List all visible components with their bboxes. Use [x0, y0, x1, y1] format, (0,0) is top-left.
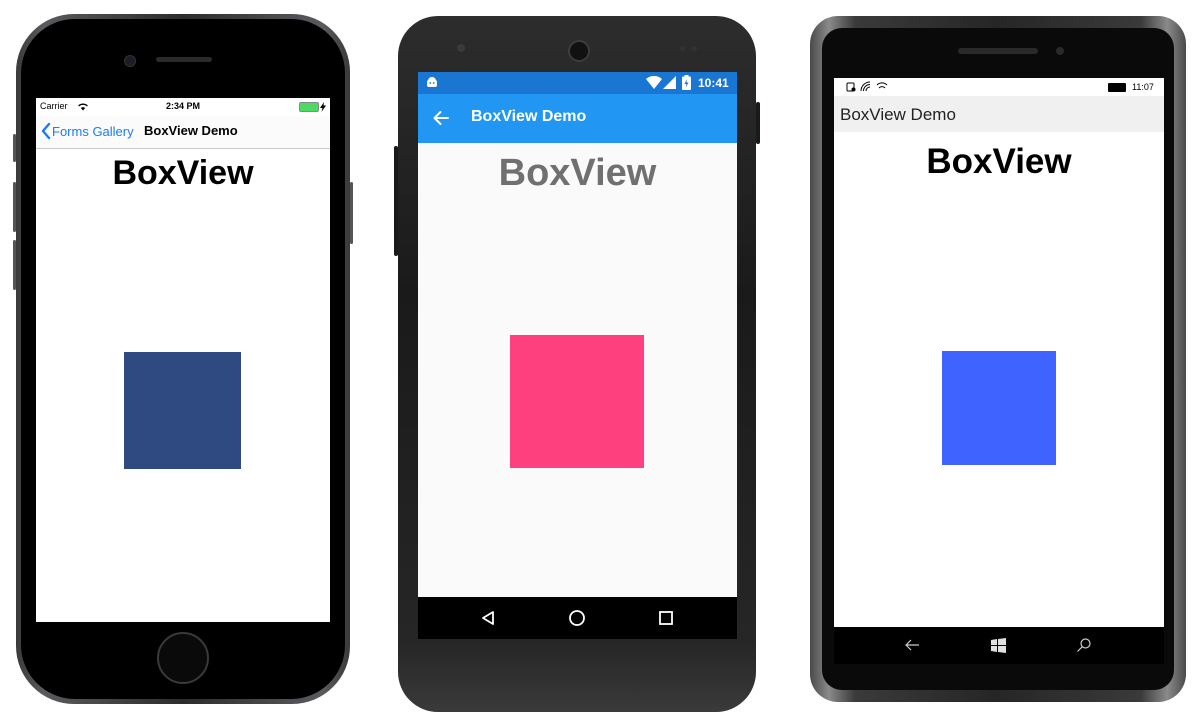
sensor-dot — [692, 46, 697, 51]
arrow-back-icon[interactable] — [432, 109, 450, 127]
windows-clock: 11:07 — [1132, 82, 1154, 92]
front-camera — [1056, 47, 1064, 55]
nav-home-circle-icon[interactable] — [568, 609, 586, 627]
android-volume-rocker — [394, 146, 398, 256]
iphone-mute-switch — [13, 134, 16, 162]
boxview-square — [124, 352, 241, 469]
earpiece-speaker — [156, 57, 212, 62]
chevron-left-icon — [41, 122, 51, 140]
back-button-label: Forms Gallery — [52, 123, 134, 139]
android-screen: 10:41 BoxView Demo BoxView — [418, 72, 737, 639]
page-title: BoxView Demo — [471, 108, 587, 125]
boxview-heading: BoxView — [926, 142, 1072, 181]
battery-icon — [1108, 83, 1126, 92]
android-status-bar: 10:41 — [418, 72, 737, 94]
earpiece-speaker — [958, 48, 1038, 54]
android-robot-icon — [427, 77, 437, 87]
boxview-heading: BoxView — [498, 152, 657, 194]
windows-title-bar: BoxView Demo — [834, 96, 1164, 132]
proximity-sensor — [457, 44, 465, 52]
notification-icon — [846, 82, 856, 92]
iphone-power-button — [350, 182, 353, 244]
iphone-volume-up — [13, 182, 16, 232]
android-clock: 10:41 — [698, 76, 729, 90]
nav-back-triangle-icon[interactable] — [480, 610, 496, 626]
android-power-button — [756, 102, 760, 144]
iphone-volume-down — [13, 240, 16, 290]
battery-charging-icon — [682, 75, 691, 90]
nav-back-arrow-icon[interactable] — [904, 638, 920, 652]
signal-icon — [860, 81, 871, 92]
ios-screen: Carrier 2:34 PM Forms Gallery BoxView De… — [36, 98, 330, 622]
home-button[interactable] — [157, 632, 209, 684]
boxview-square — [942, 351, 1056, 465]
android-app-bar: BoxView Demo — [418, 94, 737, 143]
ios-navigation-bar: Forms Gallery BoxView Demo — [36, 116, 330, 149]
android-navigation-bar — [418, 597, 737, 639]
nav-recents-square-icon[interactable] — [658, 610, 674, 626]
boxview-heading: BoxView — [112, 154, 254, 192]
front-camera — [124, 55, 136, 67]
sensor-dot — [680, 46, 685, 51]
windows-status-bar: 11:07 — [834, 78, 1164, 96]
battery-icon — [299, 102, 319, 112]
ios-status-bar: Carrier 2:34 PM — [36, 98, 330, 116]
charging-bolt-icon — [320, 102, 326, 112]
windows-screen: 11:07 BoxView Demo BoxView — [834, 78, 1164, 664]
page-title: BoxView Demo — [144, 123, 238, 138]
windows-navigation-bar — [834, 627, 1164, 664]
cell-signal-icon — [663, 76, 676, 89]
back-button[interactable]: Forms Gallery — [40, 122, 134, 140]
windows-start-icon[interactable] — [991, 638, 1006, 653]
page-title: BoxView Demo — [840, 105, 956, 124]
boxview-square — [510, 335, 644, 468]
ios-clock: 2:34 PM — [165, 101, 200, 111]
search-icon[interactable] — [1076, 637, 1092, 653]
wifi-icon — [876, 82, 888, 89]
wifi-icon — [646, 76, 662, 89]
front-camera — [568, 40, 590, 62]
